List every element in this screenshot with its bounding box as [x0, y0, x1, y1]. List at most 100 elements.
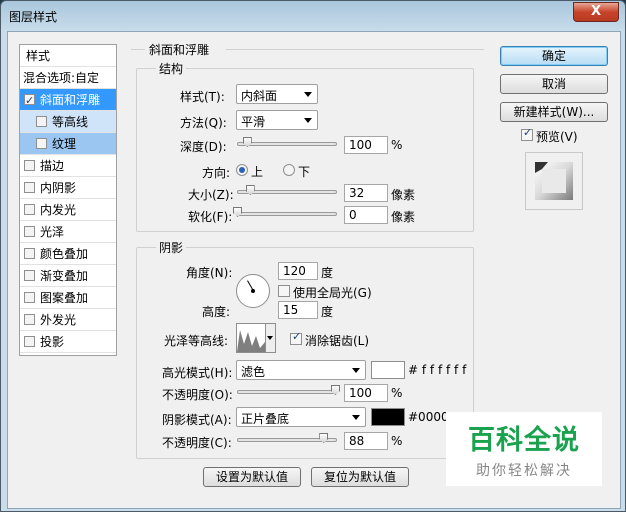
depth-label: 深度(D):	[180, 140, 227, 154]
soften-label: 软化(F):	[188, 210, 233, 224]
style-item[interactable]: 外发光	[20, 309, 116, 331]
preview-checkbox[interactable]	[521, 126, 533, 141]
shadow-color-swatch[interactable]	[371, 408, 405, 426]
depth-slider[interactable]	[237, 137, 337, 147]
style-item[interactable]: 内阴影	[20, 177, 116, 199]
direction-down-label: 下	[298, 165, 311, 179]
size-input[interactable]: 32	[344, 184, 388, 202]
close-button[interactable]: X	[573, 2, 619, 22]
highlight-mode-label: 高光模式(H):	[162, 366, 233, 380]
altitude-input[interactable]: 15	[278, 301, 318, 319]
preview-label: 预览(V)	[536, 130, 578, 144]
shadow-opacity-label: 不透明度(C):	[162, 436, 232, 450]
style-item[interactable]: 图案叠加	[20, 287, 116, 309]
style-item-checkbox[interactable]	[24, 182, 35, 193]
size-unit: 像素	[391, 188, 416, 202]
style-item[interactable]: 内发光	[20, 199, 116, 221]
shadow-mode-label: 阴影模式(A):	[162, 413, 232, 427]
chevron-down-icon	[352, 415, 360, 420]
highlight-color-swatch[interactable]	[371, 361, 405, 379]
angle-dial[interactable]	[236, 274, 270, 308]
style-item[interactable]: 斜面和浮雕	[20, 89, 116, 112]
style-label: 样式(T):	[180, 90, 225, 104]
shadow-color-text: #0000	[408, 410, 449, 424]
contour-curve-icon	[237, 330, 265, 352]
highlight-opacity-label: 不透明度(O):	[162, 388, 233, 402]
angle-unit: 度	[321, 266, 334, 280]
style-item-checkbox[interactable]	[24, 226, 35, 237]
ok-button[interactable]: 确定	[500, 46, 608, 66]
style-item-label: 外发光	[40, 313, 77, 327]
new-style-button[interactable]: 新建样式(W)...	[500, 102, 608, 122]
angle-label: 角度(N):	[186, 266, 233, 280]
style-select[interactable]: 内斜面	[236, 84, 318, 104]
style-item[interactable]: 纹理	[20, 133, 116, 155]
direction-up-radio[interactable]	[236, 164, 248, 176]
gloss-contour-dropdown[interactable]	[266, 323, 276, 353]
blending-options-item[interactable]: 混合选项:自定	[20, 67, 116, 89]
structure-title: 结构	[156, 60, 187, 77]
style-item-checkbox[interactable]	[36, 138, 47, 149]
styles-list-header[interactable]: 样式	[20, 45, 116, 67]
chevron-down-icon	[352, 368, 360, 373]
gloss-contour-picker[interactable]	[236, 323, 266, 353]
technique-select[interactable]: 平滑	[236, 110, 318, 130]
style-item-label: 纹理	[52, 137, 77, 151]
style-item-label: 投影	[40, 335, 65, 349]
shadow-opacity-slider[interactable]	[237, 433, 337, 443]
style-item-label: 图案叠加	[40, 291, 89, 305]
style-item-label: 渐变叠加	[40, 269, 89, 283]
style-item[interactable]: 投影	[20, 331, 116, 353]
style-item-label: 等高线	[52, 115, 89, 129]
soften-slider[interactable]	[233, 207, 337, 217]
highlight-opacity-unit: %	[391, 386, 403, 400]
style-item-checkbox[interactable]	[24, 314, 35, 325]
altitude-unit: 度	[321, 305, 334, 319]
watermark-sub-text: 助你轻松解决	[476, 463, 572, 479]
global-light-checkbox[interactable]	[278, 285, 290, 297]
soften-unit: 像素	[391, 210, 416, 224]
shadow-opacity-thumb[interactable]	[319, 433, 329, 443]
style-item-checkbox[interactable]	[24, 248, 35, 259]
style-item[interactable]: 光泽	[20, 221, 116, 243]
global-light-label: 使用全局光(G)	[293, 286, 372, 300]
shading-title: 阴影	[156, 239, 187, 256]
style-item[interactable]: 描边	[20, 155, 116, 177]
anti-alias-label: 消除锯齿(L)	[305, 334, 370, 348]
highlight-opacity-input[interactable]: 100	[344, 384, 388, 402]
depth-input[interactable]: 100	[344, 136, 388, 154]
cancel-button[interactable]: 取消	[500, 74, 608, 94]
style-item-checkbox[interactable]	[24, 270, 35, 281]
anti-alias-checkbox[interactable]	[290, 330, 302, 345]
style-item-checkbox[interactable]	[24, 336, 35, 347]
highlight-opacity-slider[interactable]	[237, 385, 340, 395]
direction-label: 方向:	[202, 166, 231, 180]
shadow-opacity-unit: %	[391, 434, 403, 448]
style-item[interactable]: 等高线	[20, 111, 116, 133]
depth-unit: %	[391, 138, 403, 152]
style-item-label: 斜面和浮雕	[40, 93, 101, 107]
depth-slider-thumb[interactable]	[242, 137, 252, 147]
size-slider-thumb[interactable]	[245, 185, 255, 195]
style-item-label: 内发光	[40, 203, 77, 217]
shadow-opacity-input[interactable]: 88	[344, 432, 388, 450]
direction-down-radio[interactable]	[283, 164, 295, 176]
style-item-checkbox[interactable]	[24, 204, 35, 215]
reset-default-button[interactable]: 复位为默认值	[311, 467, 409, 487]
shadow-mode-select[interactable]: 正片叠底	[236, 407, 366, 427]
styles-list: 样式 混合选项:自定 斜面和浮雕等高线纹理描边内阴影内发光光泽颜色叠加渐变叠加图…	[19, 44, 117, 356]
make-default-button[interactable]: 设置为默认值	[203, 467, 301, 487]
style-item[interactable]: 渐变叠加	[20, 265, 116, 287]
style-item-checkbox[interactable]	[24, 90, 35, 112]
style-item-checkbox[interactable]	[24, 292, 35, 303]
size-slider[interactable]	[237, 185, 337, 195]
soften-input[interactable]: 0	[344, 206, 388, 224]
style-item-label: 内阴影	[40, 181, 77, 195]
style-item[interactable]: 颜色叠加	[20, 243, 116, 265]
style-item-label: 描边	[40, 159, 65, 173]
style-item-checkbox[interactable]	[36, 116, 47, 127]
style-item-checkbox[interactable]	[24, 160, 35, 171]
angle-input[interactable]: 120	[278, 262, 318, 280]
title-bar[interactable]: 图层样式 X	[1, 1, 625, 31]
highlight-mode-select[interactable]: 滤色	[236, 360, 366, 380]
